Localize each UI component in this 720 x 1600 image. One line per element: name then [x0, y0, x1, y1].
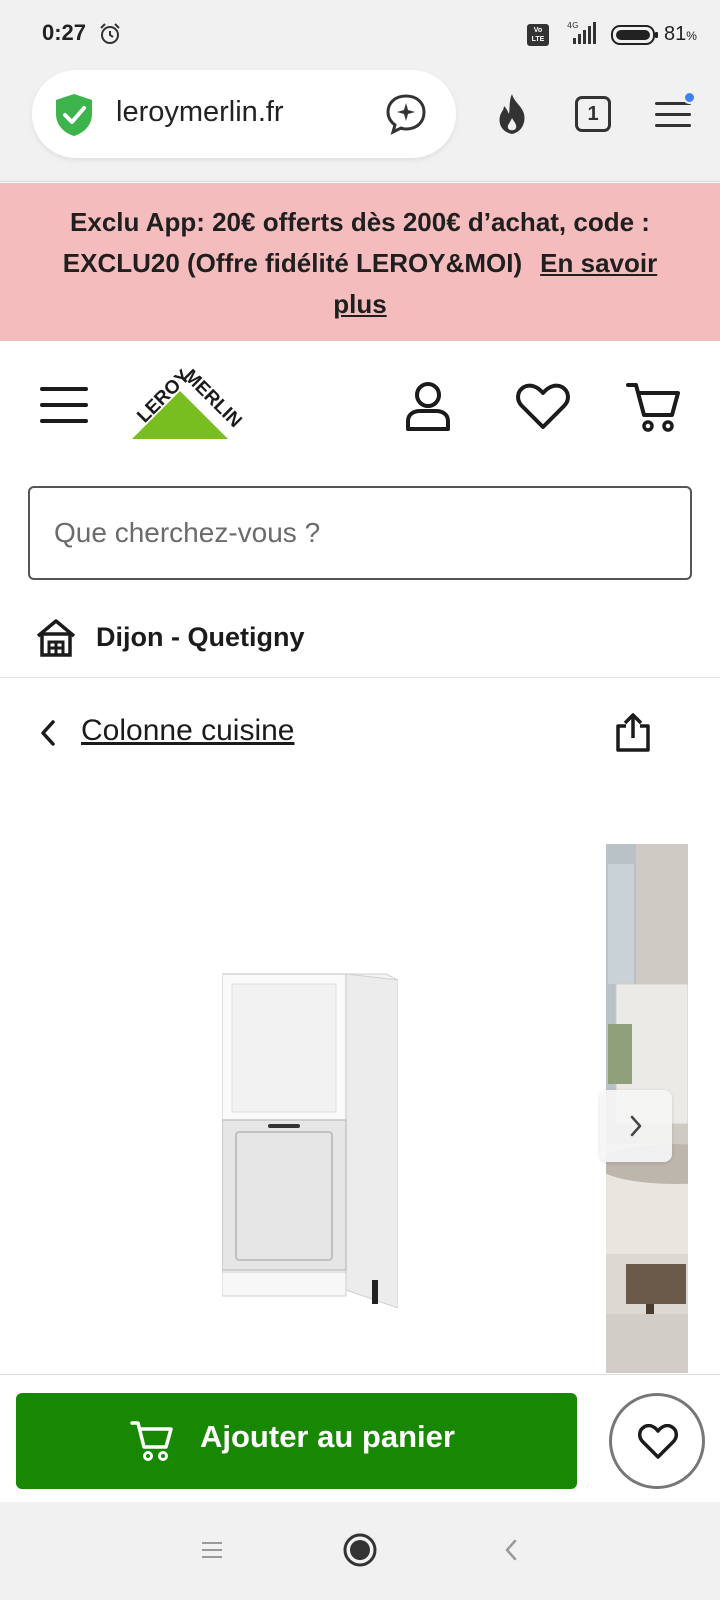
- add-to-cart-label: Ajouter au panier: [200, 1419, 455, 1454]
- status-bar: 0:27 Vo LTE 4G 81%: [0, 0, 720, 70]
- leroy-merlin-logo[interactable]: LEROY MERLIN: [114, 363, 246, 447]
- system-navigation-bar: [0, 1502, 720, 1600]
- cart-icon: [130, 1421, 173, 1461]
- status-time: 0:27: [42, 20, 87, 45]
- store-name: Dijon - Quetigny: [96, 622, 305, 652]
- share-icon[interactable]: [614, 712, 652, 754]
- address-bar[interactable]: leroymerlin.fr: [32, 70, 456, 158]
- site-header: LEROY MERLIN: [0, 341, 720, 469]
- alarm-icon: [100, 23, 120, 44]
- signal-icon: 4G: [567, 21, 596, 44]
- tabs-icon[interactable]: 1: [575, 96, 611, 132]
- hamburger-menu-icon[interactable]: [40, 385, 88, 425]
- home-icon[interactable]: [342, 1532, 378, 1568]
- search-input[interactable]: [30, 488, 690, 578]
- product-action-bar: Ajouter au panier: [0, 1374, 720, 1502]
- url-text: leroymerlin.fr: [116, 96, 284, 128]
- battery-level: 81%: [664, 23, 697, 45]
- shield-check-icon: [56, 94, 92, 136]
- product-image[interactable]: [222, 972, 398, 1312]
- notification-dot: [683, 91, 696, 104]
- browser-menu-icon[interactable]: [655, 100, 691, 130]
- network-type: 4G: [567, 21, 578, 30]
- breadcrumb: Colonne cuisine: [0, 702, 720, 762]
- product-gallery[interactable]: [0, 780, 720, 1373]
- volte-icon: Vo LTE: [527, 24, 549, 46]
- search-box[interactable]: [28, 486, 692, 580]
- chevron-left-icon[interactable]: [38, 718, 58, 748]
- store-selector[interactable]: Dijon - Quetigny: [0, 600, 720, 678]
- wishlist-heart-icon[interactable]: [516, 383, 570, 431]
- recents-icon[interactable]: [200, 1540, 224, 1560]
- gallery-next-button[interactable]: [600, 1090, 672, 1162]
- promo-banner: Exclu App: 20€ offerts dès 200€ d’achat,…: [0, 183, 720, 341]
- browser-toolbar: leroymerlin.fr 1: [0, 70, 720, 182]
- ai-assistant-icon[interactable]: [384, 92, 428, 136]
- add-to-wishlist-button[interactable]: [609, 1393, 705, 1489]
- cart-icon[interactable]: [626, 381, 680, 433]
- chevron-right-icon: [630, 1115, 642, 1137]
- add-to-cart-button[interactable]: Ajouter au panier: [16, 1393, 577, 1489]
- breadcrumb-category-link[interactable]: Colonne cuisine: [81, 714, 294, 748]
- store-icon: [36, 619, 76, 657]
- heart-icon: [638, 1424, 678, 1459]
- flame-icon[interactable]: [492, 92, 532, 136]
- battery-icon: [611, 25, 658, 45]
- back-icon[interactable]: [503, 1538, 519, 1562]
- account-icon[interactable]: [404, 381, 452, 433]
